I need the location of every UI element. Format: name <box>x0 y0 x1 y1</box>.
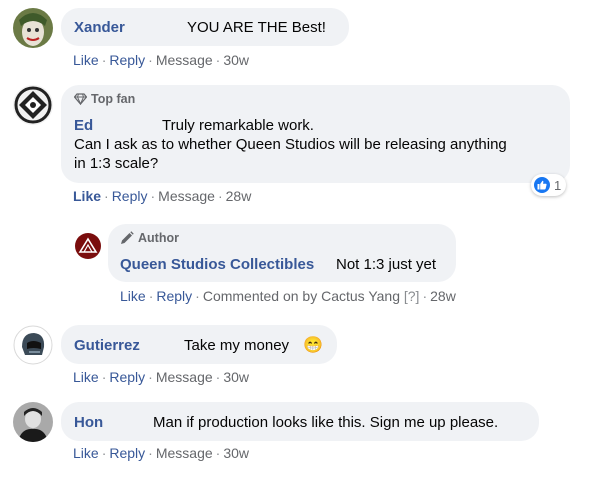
author-badge: Author <box>120 231 179 245</box>
comment-text: Not 1:3 just yet <box>336 256 437 273</box>
comment-author[interactable]: Hon <box>74 414 103 431</box>
separator-dot: · <box>195 288 200 304</box>
top-fan-badge: Top fan <box>74 92 135 106</box>
separator-dot: · <box>148 288 154 304</box>
separator-dot: · <box>101 445 107 461</box>
separator-dot: · <box>101 369 107 385</box>
comment-actions: Like · Reply · Commented on by Cactus Yang [… <box>120 288 456 304</box>
reaction-count: 1 <box>554 177 562 193</box>
comment-text: in 1:3 scale? <box>74 155 159 172</box>
avatar-xander[interactable] <box>13 8 53 48</box>
avatar-queen-studios[interactable] <box>75 233 101 259</box>
timestamp[interactable]: 30w <box>223 52 249 68</box>
avatar-ed[interactable] <box>13 85 53 125</box>
separator-dot: · <box>148 369 153 385</box>
comment-author[interactable]: Xander <box>74 19 125 36</box>
commented-on-by[interactable]: Commented on by Cactus Yang <box>203 288 400 304</box>
comment-text: Take my money <box>184 337 290 354</box>
reply-link[interactable]: Reply <box>156 288 192 304</box>
reply-link[interactable]: Reply <box>109 52 145 68</box>
like-thumb-icon <box>534 177 550 193</box>
comment-text: Can I ask as to whether Queen Studios wi… <box>74 136 507 153</box>
comment-actions: Like · Reply · Message · 30w <box>73 369 249 385</box>
separator-dot: · <box>215 369 221 385</box>
comment-actions: Like · Reply · Message · 28w <box>73 188 251 204</box>
separator-dot: · <box>422 288 428 304</box>
comment-author[interactable]: Gutierrez <box>74 337 140 354</box>
comment-actions: Like · Reply · Message · 30w <box>73 445 249 461</box>
comment-author[interactable]: Ed <box>74 117 93 134</box>
comment-text: Truly remarkable work. <box>162 117 314 134</box>
comment-text: Man if production looks like this. Sign … <box>153 414 499 431</box>
like-link[interactable]: Like <box>73 52 99 68</box>
like-link[interactable]: Like <box>120 288 146 304</box>
like-link[interactable]: Like <box>73 188 101 204</box>
timestamp[interactable]: 28w <box>226 188 252 204</box>
separator-dot: · <box>215 52 221 68</box>
separator-dot: · <box>215 445 221 461</box>
timestamp[interactable]: 30w <box>223 369 249 385</box>
reaction-count-pill[interactable]: 1 <box>531 174 567 196</box>
message-link[interactable]: Message <box>156 445 213 461</box>
avatar-hon[interactable] <box>13 402 53 442</box>
help-link[interactable]: [?] <box>404 288 420 304</box>
separator-dot: · <box>150 188 156 204</box>
message-link[interactable]: Message <box>156 369 213 385</box>
pencil-icon <box>121 231 134 244</box>
badge-label: Top fan <box>91 92 136 106</box>
timestamp[interactable]: 28w <box>430 288 456 304</box>
separator-dot: · <box>101 52 107 68</box>
comment-author[interactable]: Queen Studios Collectibles <box>120 256 314 273</box>
diamond-icon <box>74 93 87 105</box>
separator-dot: · <box>217 188 223 204</box>
separator-dot: · <box>148 445 153 461</box>
like-link[interactable]: Like <box>73 369 99 385</box>
message-link[interactable]: Message <box>158 188 215 204</box>
comment-text: YOU ARE THE Best! <box>187 19 326 36</box>
reply-link[interactable]: Reply <box>112 188 148 204</box>
timestamp[interactable]: 30w <box>223 445 249 461</box>
like-link[interactable]: Like <box>73 445 99 461</box>
grinning-emoji-icon: 😁 <box>303 337 323 354</box>
separator-dot: · <box>104 188 109 204</box>
comment-actions: Like · Reply · Message · 30w <box>73 52 249 68</box>
badge-label: Author <box>138 231 179 245</box>
reply-link[interactable]: Reply <box>109 445 145 461</box>
separator-dot: · <box>148 52 153 68</box>
reply-link[interactable]: Reply <box>109 369 145 385</box>
avatar-gutierrez[interactable] <box>13 325 53 365</box>
message-link[interactable]: Message <box>156 52 213 68</box>
